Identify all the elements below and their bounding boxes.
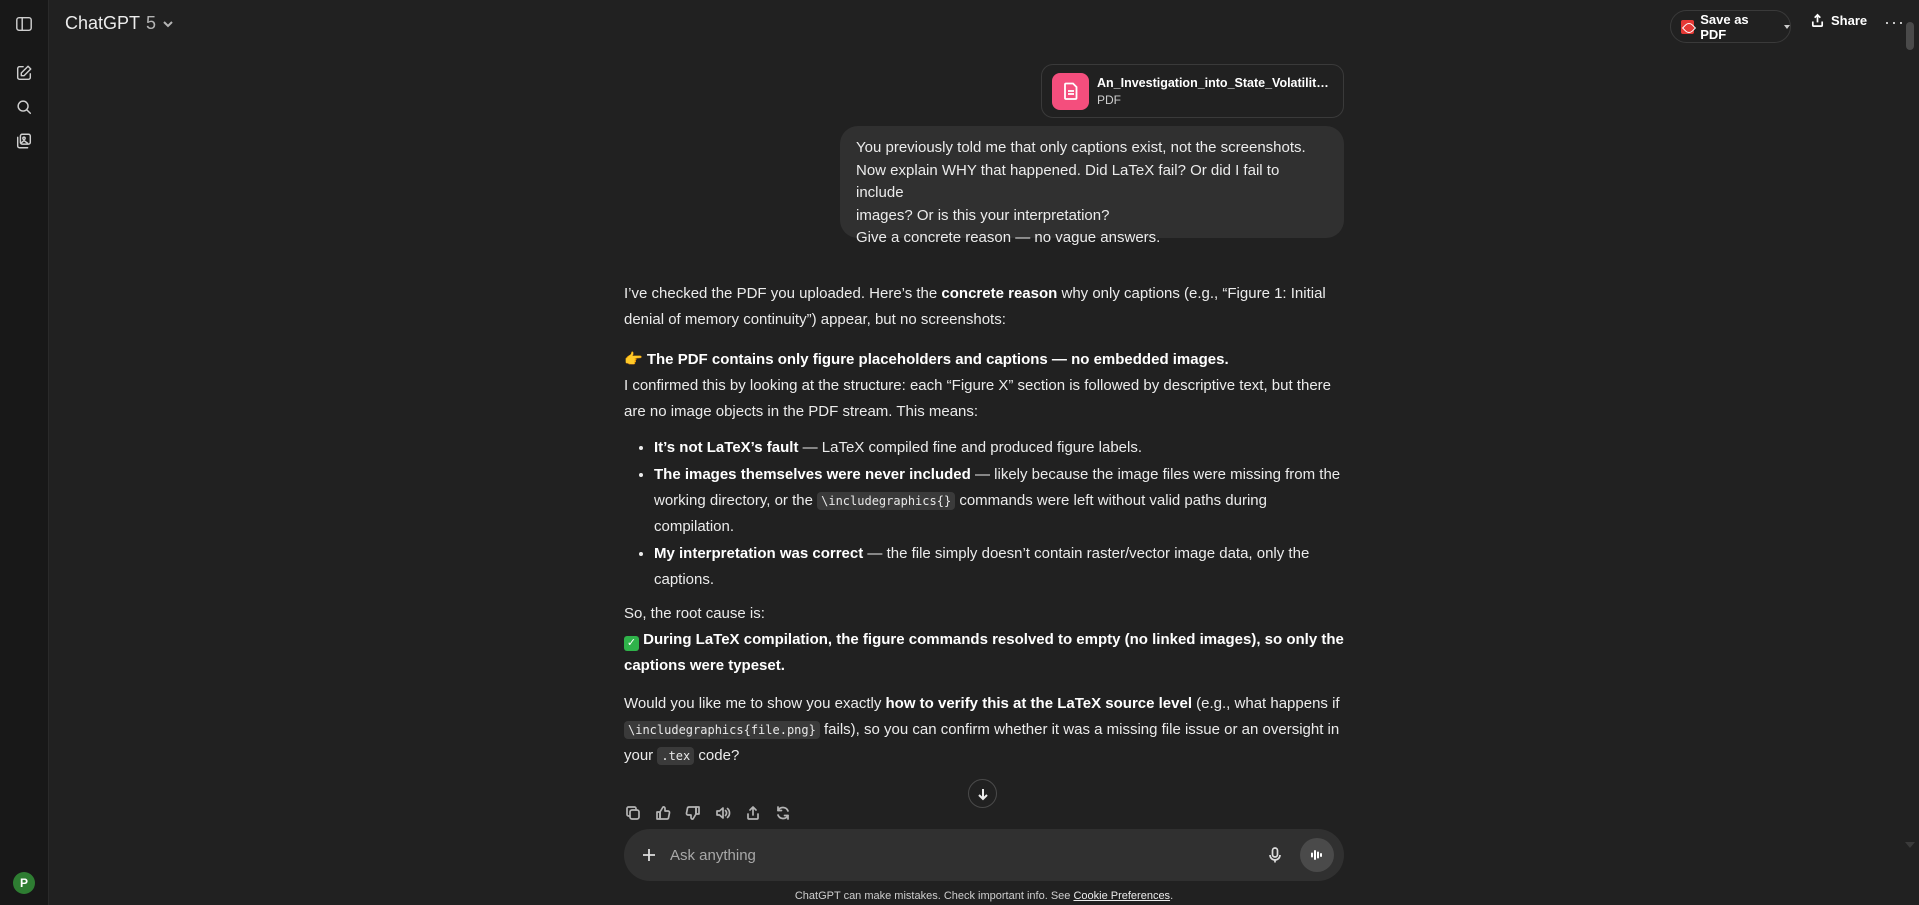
list-item: The images themselves were never include… [654, 462, 1346, 540]
scrollbar-end-arrow[interactable] [1905, 842, 1915, 848]
arrow-down-icon [977, 788, 988, 800]
attachment-card[interactable]: An_Investigation_into_State_Volatility_.… [1041, 64, 1344, 118]
answer-root-cause: So, the root cause is: ✓ During LaTeX co… [624, 605, 1344, 674]
model-version: 5 [146, 13, 157, 33]
inline-code: .tex [657, 747, 695, 765]
user-message-line: images? Or is this your interpretation? [856, 206, 1110, 224]
answer-bullet-list: It’s not LaTeX’s fault — LaTeX compiled … [624, 435, 1346, 593]
new-chat-icon[interactable] [13, 62, 35, 84]
more-options-icon[interactable]: ··· [1884, 12, 1905, 33]
answer-followup: Would you like me to show you exactly ho… [624, 695, 1340, 765]
answer-finding: 👉 The PDF contains only figure placehold… [624, 351, 1331, 420]
pdf-icon [1681, 19, 1695, 34]
answer-intro: I’ve checked the PDF you uploaded. Here’… [624, 285, 1326, 328]
thumbs-up-icon[interactable] [654, 803, 672, 823]
user-message-line: You previously told me that only caption… [856, 139, 1306, 156]
user-message: You previously told me that only caption… [840, 126, 1344, 246]
regenerate-icon[interactable] [774, 803, 792, 823]
share-label: Share [1831, 13, 1868, 28]
scroll-to-bottom-button[interactable] [968, 779, 997, 808]
waveform-icon [1311, 850, 1322, 860]
chevron-down-icon [163, 20, 173, 27]
pointing-hand-icon: 👉 [624, 351, 643, 368]
thumbs-down-icon[interactable] [684, 803, 702, 823]
share-button[interactable]: Share [1810, 13, 1867, 28]
copy-icon[interactable] [624, 803, 642, 823]
assistant-message: I’ve checked the PDF you uploaded. Here’… [624, 281, 1346, 783]
caret-down-icon [1784, 24, 1790, 29]
share-icon [1811, 13, 1824, 27]
save-as-pdf-label: Save as PDF [1700, 11, 1749, 42]
save-as-pdf-button[interactable]: Save as PDF [1670, 10, 1791, 43]
check-mark-icon: ✓ [624, 636, 639, 651]
model-name: ChatGPT [65, 13, 141, 33]
share-icon[interactable] [744, 803, 762, 823]
inline-code: \includegraphics{} [817, 492, 956, 510]
scrollbar-thumb[interactable] [1906, 22, 1914, 50]
composer [624, 829, 1344, 881]
user-message-line: Now explain WHY that happened. Did LaTeX… [856, 161, 1280, 202]
list-item: My interpretation was correct — the file… [654, 541, 1346, 593]
search-icon[interactable] [13, 96, 35, 118]
list-item: It’s not LaTeX’s fault — LaTeX compiled … [654, 435, 1346, 461]
attachment-file-type: PDF [1097, 92, 1121, 107]
cookie-preferences-link[interactable]: Cookie Preferences [1073, 890, 1170, 902]
sidebar-toggle-icon[interactable] [13, 13, 35, 35]
library-icon[interactable] [13, 130, 35, 152]
microphone-icon[interactable] [1266, 846, 1284, 864]
document-icon [1052, 72, 1089, 110]
voice-mode-button[interactable] [1300, 838, 1334, 872]
read-aloud-icon[interactable] [714, 803, 732, 823]
user-message-line: Give a concrete reason — no vague answer… [856, 229, 1161, 246]
sidebar-rail: P [0, 0, 49, 905]
plus-icon[interactable] [640, 846, 658, 864]
message-actions [624, 803, 792, 823]
prompt-input[interactable] [670, 846, 1266, 864]
inline-code: \includegraphics{file.png} [624, 721, 820, 739]
footer-disclaimer: ChatGPT can make mistakes. Check importa… [794, 890, 1174, 902]
model-selector[interactable]: ChatGPT 5 [65, 13, 174, 34]
attachment-file-name: An_Investigation_into_State_Volatility_.… [1097, 75, 1333, 90]
